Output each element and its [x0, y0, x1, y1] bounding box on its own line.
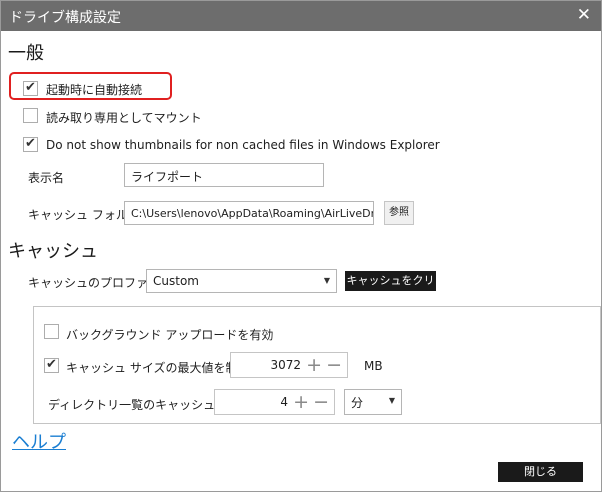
- minus-icon[interactable]: −: [313, 390, 329, 414]
- chevron-down-icon: ▼: [323, 276, 330, 285]
- display-name-input[interactable]: ライフポート: [124, 163, 324, 187]
- window-title: ドライブ構成設定: [9, 10, 121, 26]
- cache-profile-value: Custom: [153, 274, 199, 288]
- settings-dialog: ドライブ構成設定 ✕ 一般 ✔ 起動時に自動接続 読み取り専用としてマウント ✔…: [0, 0, 602, 492]
- dir-cache-time-label: ディレクトリ一覧のキャッシュ時間: [48, 398, 240, 412]
- cache-folder-input[interactable]: C:\Users\lenovo\AppData\Roaming\AirLiveD…: [124, 201, 374, 225]
- max-size-value: 3072: [270, 358, 301, 372]
- dir-cache-time-stepper[interactable]: 4 + −: [214, 389, 335, 415]
- chevron-down-icon: ▼: [388, 396, 395, 405]
- title-bar[interactable]: ドライブ構成設定 ✕: [1, 1, 601, 31]
- plus-icon[interactable]: +: [293, 390, 309, 414]
- browse-button[interactable]: 参照: [384, 201, 414, 225]
- max-size-stepper[interactable]: 3072 + −: [230, 352, 348, 378]
- close-button[interactable]: 閉じる: [498, 462, 583, 482]
- minus-icon[interactable]: −: [326, 353, 342, 377]
- help-link[interactable]: ヘルプ: [12, 428, 66, 454]
- plus-icon[interactable]: +: [306, 353, 322, 377]
- max-size-unit: MB: [364, 359, 383, 373]
- read-only-label: 読み取り専用としてマウント: [46, 111, 202, 125]
- no-thumbnails-checkbox[interactable]: ✔: [23, 136, 38, 152]
- dir-cache-time-value: 4: [280, 395, 288, 409]
- check-icon: ✔: [46, 357, 57, 372]
- auto-connect-checkbox[interactable]: ✔: [23, 80, 38, 96]
- background-upload-label: バックグラウンド アップロードを有効: [66, 328, 274, 342]
- check-icon: ✔: [25, 80, 36, 95]
- cache-profile-dropdown[interactable]: Custom ▼: [146, 269, 337, 293]
- general-heading: 一般: [8, 43, 44, 64]
- cache-heading: キャッシュ: [8, 241, 98, 262]
- time-unit-value: 分: [351, 396, 364, 410]
- clear-cache-button[interactable]: キャッシュをクリア: [345, 271, 436, 307]
- auto-connect-label: 起動時に自動接続: [46, 83, 143, 97]
- display-name-label: 表示名: [28, 171, 65, 185]
- no-thumbnails-label: Do not show thumbnails for non cached fi…: [46, 138, 440, 152]
- max-size-label: キャッシュ サイズの最大値を制限: [66, 361, 250, 375]
- read-only-checkbox[interactable]: [23, 108, 38, 123]
- time-unit-dropdown[interactable]: 分 ▼: [344, 389, 402, 415]
- close-icon[interactable]: ✕: [577, 5, 591, 25]
- background-upload-checkbox[interactable]: [44, 324, 59, 339]
- max-size-checkbox[interactable]: ✔: [44, 357, 59, 373]
- check-icon: ✔: [25, 136, 36, 151]
